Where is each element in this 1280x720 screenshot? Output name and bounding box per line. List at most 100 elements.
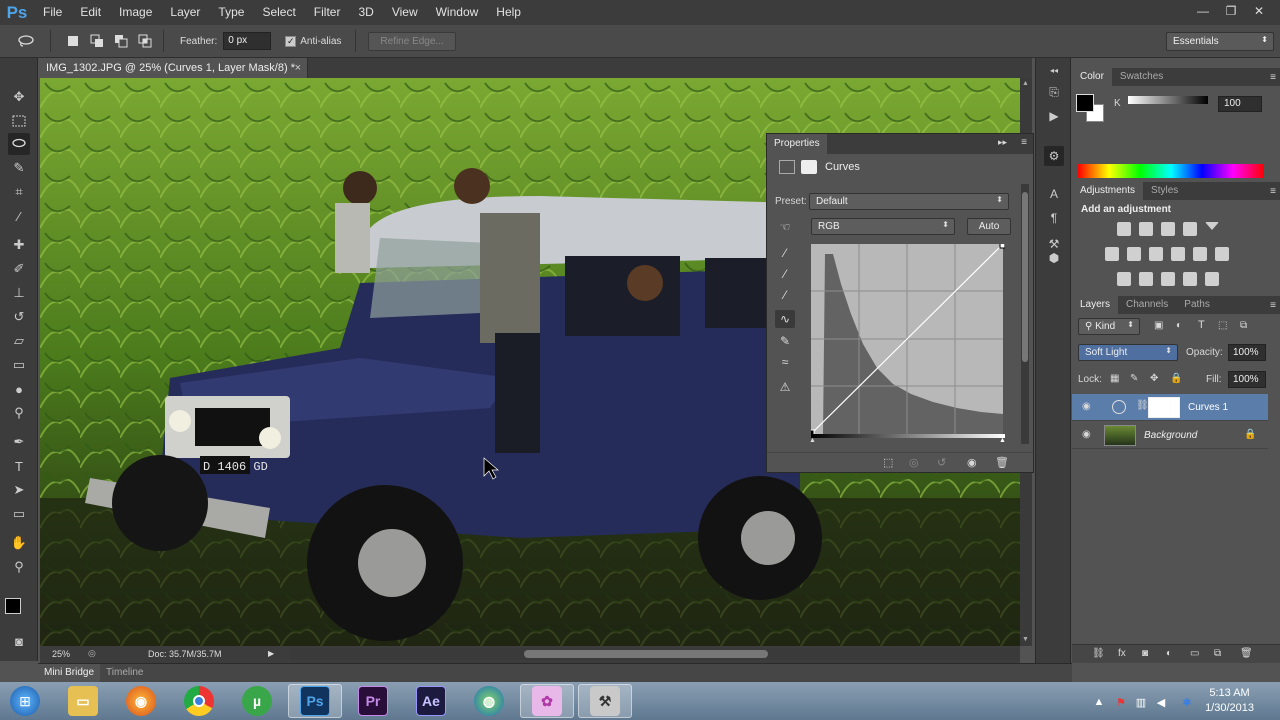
minimize-button[interactable]: — xyxy=(1190,2,1216,20)
delete-adjustment-icon[interactable]: 🗑 xyxy=(995,456,1009,469)
tab-paths[interactable]: Paths xyxy=(1176,296,1218,314)
canvas-horizontal-scrollbar[interactable] xyxy=(290,648,1020,660)
history-icon[interactable]: ⎘ xyxy=(1044,82,1064,102)
quick-mask-icon[interactable]: ◙ xyxy=(8,630,30,652)
gradient-tool-icon[interactable]: ▭ xyxy=(8,354,30,376)
horizontal-scroll-thumb[interactable] xyxy=(524,650,768,658)
crop-tool-icon[interactable]: ⌗ xyxy=(8,181,30,203)
eyedropper-tool-icon[interactable]: ⁄ xyxy=(8,205,30,227)
action-center-icon[interactable]: ⚑ xyxy=(1114,695,1128,709)
system-clock[interactable]: 5:13 AM 1/30/2013 xyxy=(1205,686,1254,716)
zoom-level[interactable]: 25% xyxy=(52,649,70,659)
selective-color-icon[interactable] xyxy=(1183,272,1197,286)
white-point-handle[interactable] xyxy=(999,244,1005,249)
taskbar-premiere[interactable]: Pr xyxy=(346,684,400,718)
new-group-icon[interactable]: ▭ xyxy=(1190,648,1199,659)
intersect-selection-icon[interactable] xyxy=(135,31,155,51)
posterize-icon[interactable] xyxy=(1139,272,1153,286)
show-hidden-icons-icon[interactable]: ▲ xyxy=(1092,695,1106,709)
collapse-icon[interactable]: ◂◂ xyxy=(1044,60,1064,80)
visibility-eye-icon[interactable]: ◉ xyxy=(967,456,977,469)
k-value-input[interactable]: 100 xyxy=(1218,96,1262,112)
hue-saturation-icon[interactable] xyxy=(1105,247,1119,261)
layer-style-icon[interactable]: fx xyxy=(1118,648,1126,659)
foreground-color-swatch[interactable] xyxy=(5,598,21,614)
menu-view[interactable]: View xyxy=(383,0,427,25)
clone-stamp-tool-icon[interactable]: ⊥ xyxy=(8,282,30,304)
menu-type[interactable]: Type xyxy=(209,0,253,25)
panel-menu-icon[interactable]: ≡ xyxy=(1270,300,1276,311)
menu-file[interactable]: File xyxy=(34,0,71,25)
auto-button[interactable]: Auto xyxy=(967,218,1011,235)
collapse-icon[interactable]: ▸▸ xyxy=(998,137,1007,148)
color-foreground-swatch[interactable] xyxy=(1076,94,1094,112)
tab-mini-bridge[interactable]: Mini Bridge xyxy=(38,664,101,682)
scroll-down-icon[interactable]: ▼ xyxy=(1022,636,1030,644)
reset-icon[interactable]: ↺ xyxy=(937,456,946,469)
black-white-icon[interactable] xyxy=(1149,247,1163,261)
visibility-eye-icon[interactable]: ◉ xyxy=(1082,401,1091,412)
layer-filter-select[interactable]: ⚲ Kind ⬍ xyxy=(1078,318,1140,335)
paragraph-icon[interactable]: ¶ xyxy=(1044,208,1064,228)
lock-all-icon[interactable]: 🔒 xyxy=(1170,373,1182,384)
dodge-tool-icon[interactable]: ⚲ xyxy=(8,402,30,424)
type-tool-icon[interactable]: T xyxy=(8,455,30,477)
actions-play-icon[interactable]: ▶ xyxy=(1044,106,1064,126)
menu-image[interactable]: Image xyxy=(110,0,161,25)
taskbar-globe[interactable]: ◍ xyxy=(462,684,516,718)
panel-menu-icon[interactable]: ≡ xyxy=(1270,72,1276,83)
taskbar-paint[interactable]: ✿ xyxy=(520,684,574,718)
layer-name[interactable]: Curves 1 xyxy=(1188,402,1228,413)
preset-select[interactable]: Default ⬍ xyxy=(809,193,1009,210)
hand-tool-icon[interactable]: ✋ xyxy=(8,532,30,554)
edit-curve-points-icon[interactable]: ∿ xyxy=(775,310,795,328)
zoom-tool-icon[interactable]: ⚲ xyxy=(8,556,30,578)
blend-mode-select[interactable]: Soft Light ⬍ xyxy=(1078,344,1178,361)
gray-point-eyedropper-icon[interactable]: ⁄ xyxy=(775,265,795,283)
add-mask-icon[interactable]: ◙ xyxy=(1142,648,1148,659)
photo-filter-icon[interactable] xyxy=(1171,247,1185,261)
menu-filter[interactable]: Filter xyxy=(305,0,350,25)
volume-icon[interactable]: ◀ xyxy=(1154,695,1168,709)
brightness-contrast-icon[interactable] xyxy=(1117,222,1131,236)
gradient-map-icon[interactable] xyxy=(1205,272,1219,286)
curves-graph[interactable] xyxy=(811,244,1005,438)
tab-color[interactable]: Color xyxy=(1072,68,1112,86)
taskbar-firefox[interactable]: ◉ xyxy=(114,684,168,718)
filter-type-icon[interactable]: T xyxy=(1198,319,1205,331)
clipping-warning-icon[interactable]: ⚠ xyxy=(775,378,795,396)
tab-adjustments[interactable]: Adjustments xyxy=(1072,182,1144,200)
curves-adjustment-icon[interactable] xyxy=(779,160,795,174)
document-tab[interactable]: IMG_1302.JPG @ 25% (Curves 1, Layer Mask… xyxy=(40,58,308,78)
rectangle-tool-icon[interactable]: ▭ xyxy=(8,503,30,525)
levels-icon[interactable] xyxy=(1139,222,1153,236)
tab-timeline[interactable]: Timeline xyxy=(100,664,149,682)
panel-menu-icon[interactable]: ≡ xyxy=(1021,137,1027,148)
subtract-selection-icon[interactable] xyxy=(111,31,131,51)
lock-pixels-icon[interactable]: ✎ xyxy=(1130,373,1138,384)
view-previous-state-icon[interactable]: ◎ xyxy=(909,456,919,469)
taskbar-utorrent[interactable]: µ xyxy=(230,684,284,718)
tab-styles[interactable]: Styles xyxy=(1143,182,1186,200)
blur-tool-icon[interactable]: ● xyxy=(8,378,30,400)
filter-adjustment-icon[interactable]: ◐ xyxy=(1176,320,1182,331)
fill-input[interactable]: 100% xyxy=(1228,371,1266,388)
draw-curve-pencil-icon[interactable]: ✎ xyxy=(775,332,795,350)
start-button[interactable]: ⊞ xyxy=(0,684,50,718)
exposure-icon[interactable] xyxy=(1183,222,1197,236)
properties-scrollbar[interactable] xyxy=(1021,184,1029,444)
3d-cube-icon[interactable]: ⬢ xyxy=(1044,248,1064,268)
filter-shape-icon[interactable]: ⬚ xyxy=(1218,320,1227,331)
properties-scroll-thumb[interactable] xyxy=(1022,192,1028,362)
character-icon[interactable]: A xyxy=(1044,184,1064,204)
status-menu-icon[interactable]: ▶ xyxy=(268,649,274,658)
menu-select[interactable]: Select xyxy=(253,0,304,25)
add-selection-icon[interactable] xyxy=(87,31,107,51)
quick-selection-tool-icon[interactable]: ✎ xyxy=(8,157,30,179)
new-adjustment-icon[interactable]: ◐ xyxy=(1166,648,1172,659)
tab-swatches[interactable]: Swatches xyxy=(1112,68,1171,86)
move-tool-icon[interactable]: ✥ xyxy=(8,86,30,108)
layer-row-background[interactable]: ◉ Background 🔒 xyxy=(1072,422,1268,449)
tab-properties[interactable]: Properties xyxy=(767,134,827,154)
opacity-input[interactable]: 100% xyxy=(1228,344,1266,361)
